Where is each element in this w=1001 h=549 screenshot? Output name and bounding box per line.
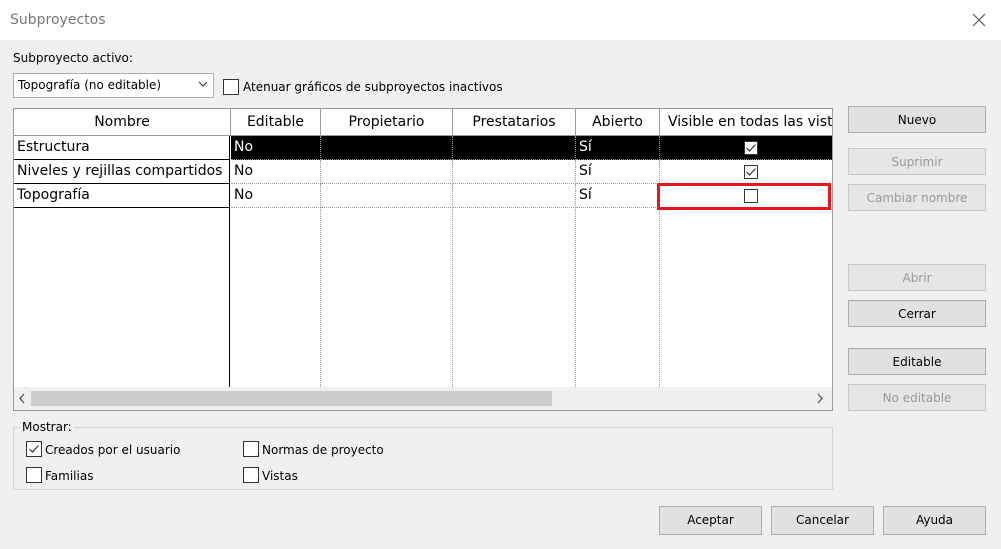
row-borrowers-niveles[interactable] — [453, 160, 576, 184]
active-workset-value: Topografía (no editable) — [18, 78, 162, 92]
column-divider — [452, 209, 453, 387]
check-icon — [29, 445, 39, 453]
row-open-niveles[interactable]: Sí — [576, 160, 660, 184]
window-title: Subproyectos — [10, 12, 106, 28]
column-header-prestatarios[interactable]: Prestatarios — [453, 109, 576, 136]
scrollbar-thumb[interactable] — [31, 391, 552, 406]
views-checkbox[interactable] — [243, 467, 259, 483]
column-header-nombre[interactable]: Nombre — [14, 109, 231, 136]
scroll-left-icon[interactable] — [18, 393, 26, 404]
active-workset-label: Subproyecto activo: — [13, 51, 133, 65]
row-open-topografia[interactable]: Sí — [576, 184, 660, 208]
project-standards-checkbox[interactable] — [243, 441, 259, 457]
column-header-abierto[interactable]: Abierto — [576, 109, 660, 136]
column-header-editable[interactable]: Editable — [231, 109, 321, 136]
highlight-annotation — [657, 183, 831, 210]
row-editable-topografia[interactable]: No — [231, 184, 321, 208]
editable-button[interactable]: Editable — [848, 348, 986, 375]
suprimir-button[interactable]: Suprimir — [848, 148, 986, 175]
row-owner-niveles[interactable] — [321, 160, 453, 184]
row-name-topografia[interactable]: Topografía — [14, 184, 230, 208]
dim-inactive-label: Atenuar gráficos de subproyectos inactiv… — [243, 80, 503, 94]
row-name-niveles[interactable]: Niveles y rejillas compartidos — [14, 160, 230, 184]
cambiar-nombre-button[interactable]: Cambiar nombre — [848, 184, 986, 211]
nuevo-button[interactable]: Nuevo — [848, 106, 986, 133]
cerrar-button[interactable]: Cerrar — [848, 300, 986, 327]
column-divider — [575, 209, 576, 387]
visible-checkbox-estructura[interactable] — [744, 141, 758, 155]
row-owner-topografia[interactable] — [321, 184, 453, 208]
show-group-title: Mostrar: — [20, 420, 74, 434]
worksets-grid: Nombre Editable Propietario Prestatarios… — [13, 108, 833, 411]
check-icon — [746, 144, 756, 152]
row-name-estructura[interactable]: Estructura — [14, 136, 230, 160]
ayuda-button[interactable]: Ayuda — [883, 506, 986, 535]
show-group — [13, 427, 833, 490]
row-editable-estructura[interactable]: No — [231, 136, 321, 160]
abrir-button[interactable]: Abrir — [848, 264, 986, 291]
scroll-right-icon[interactable] — [816, 393, 824, 404]
column-divider — [320, 209, 321, 387]
row-open-estructura[interactable]: Sí — [576, 136, 660, 160]
column-header-propietario[interactable]: Propietario — [321, 109, 453, 136]
close-icon[interactable] — [970, 11, 988, 29]
check-icon — [746, 168, 756, 176]
column-header-visible[interactable]: Visible en todas las vistas — [660, 109, 832, 136]
column-divider — [659, 209, 660, 387]
title-bar: Subproyectos — [0, 0, 1001, 40]
cancelar-button[interactable]: Cancelar — [771, 506, 874, 535]
active-workset-dropdown[interactable]: Topografía (no editable) — [13, 73, 214, 98]
row-editable-niveles[interactable]: No — [231, 160, 321, 184]
aceptar-button[interactable]: Aceptar — [659, 506, 762, 535]
visible-checkbox-niveles[interactable] — [744, 165, 758, 179]
families-label: Familias — [45, 469, 94, 483]
user-created-checkbox[interactable] — [26, 441, 42, 457]
chevron-down-icon — [198, 81, 208, 87]
project-standards-label: Normas de proyecto — [262, 443, 384, 457]
views-label: Vistas — [262, 469, 298, 483]
families-checkbox[interactable] — [26, 467, 42, 483]
dim-inactive-checkbox[interactable] — [223, 79, 239, 95]
row-borrowers-topografia[interactable] — [453, 184, 576, 208]
user-created-label: Creados por el usuario — [45, 443, 181, 457]
horizontal-scrollbar[interactable] — [14, 387, 832, 410]
row-borrowers-estructura[interactable] — [453, 136, 576, 160]
no-editable-button[interactable]: No editable — [848, 384, 986, 411]
row-owner-estructura[interactable] — [321, 136, 453, 160]
